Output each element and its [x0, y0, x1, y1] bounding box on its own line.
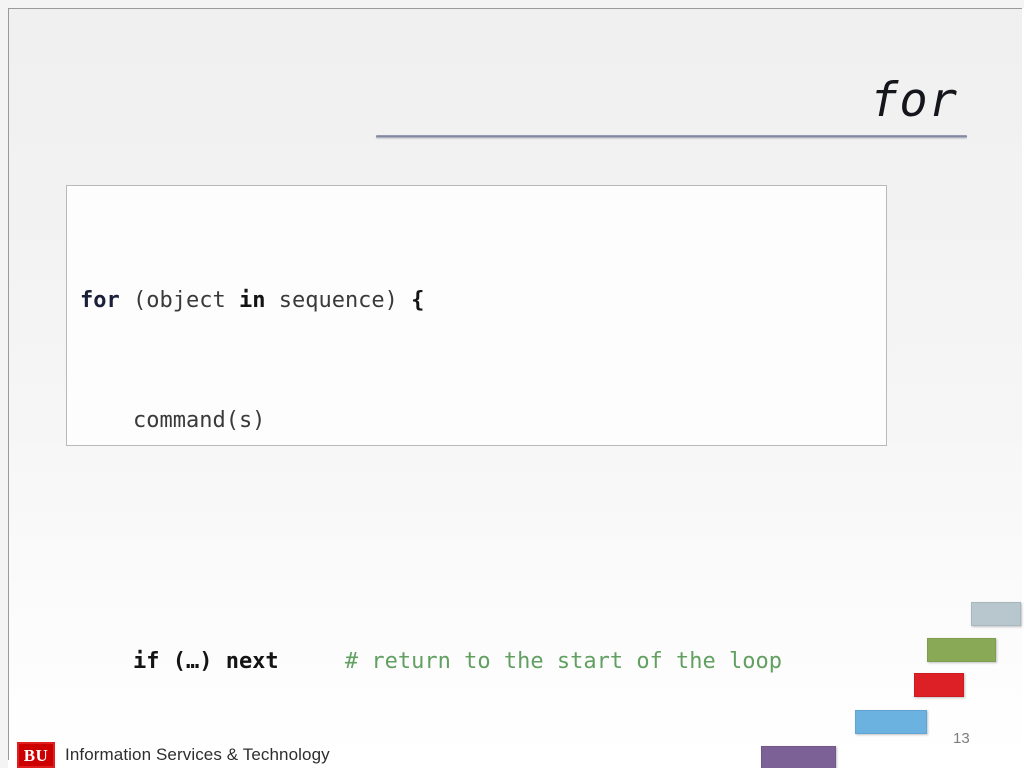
code-text: for (object in sequence) { command(s) if…	[80, 196, 782, 768]
bu-logo: BU	[17, 742, 55, 768]
code-line-2: command(s)	[80, 406, 782, 436]
decor-bar-blue	[855, 710, 927, 734]
slide-frame: for for (object in sequence) { command(s…	[8, 8, 1022, 768]
code-line-1: for (object in sequence) {	[80, 286, 782, 316]
code-block: for (object in sequence) { command(s) if…	[66, 185, 887, 674]
decor-bar-purple	[761, 746, 836, 768]
code-if-next-statement: if (…) next	[80, 649, 279, 674]
code-command-token: command(s)	[80, 408, 266, 433]
code-open-brace: {	[411, 288, 425, 313]
slide-gutter-top	[0, 0, 1024, 8]
title-underline-rule	[376, 135, 967, 138]
keyword-for: for	[80, 288, 120, 313]
decor-bar-slate	[971, 602, 1021, 626]
code-object-token: (object	[119, 288, 239, 313]
slide-number: 13	[953, 730, 970, 747]
decor-bar-red	[914, 673, 964, 697]
code-comment-next: # return to the start of the loop	[344, 649, 783, 674]
code-sequence-token: sequence)	[265, 288, 412, 313]
slide-gutter-left	[0, 0, 8, 768]
code-line3-spacer	[279, 649, 345, 674]
slide-canvas: for for (object in sequence) { command(s…	[0, 0, 1024, 768]
code-line-3: if (…) next # return to the start of the…	[80, 647, 782, 677]
footer-org-label: Information Services & Technology	[65, 745, 330, 764]
footer: BU Information Services & Technology	[17, 740, 330, 768]
page-title: for	[870, 73, 958, 128]
code-blank-line-1	[80, 526, 782, 557]
decor-bar-olive	[927, 638, 996, 662]
keyword-in: in	[238, 288, 266, 313]
